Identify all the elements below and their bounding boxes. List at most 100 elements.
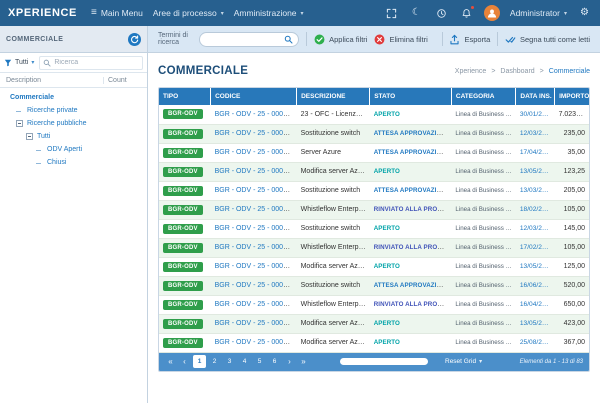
fullscreen-button[interactable] — [384, 6, 399, 21]
codice-link[interactable]: BGR - ODV - 25 - 000346 — [215, 301, 295, 308]
search-icon[interactable] — [284, 35, 293, 44]
apply-filters-button[interactable]: Applica filtri — [314, 34, 367, 45]
main-menu-button[interactable]: ≡ Main Menu — [91, 8, 143, 18]
page-button[interactable]: 4 — [238, 355, 251, 368]
mark-all-read-button[interactable]: Segna tutti come letti — [505, 34, 590, 45]
table-row[interactable]: BGR-ODV BGR - ODV - 25 - 000346 Whistlef… — [159, 295, 589, 314]
nav-amministrazione[interactable]: Amministrazione ▾ — [234, 8, 304, 18]
cell-importo: 123,25 — [555, 162, 589, 181]
cell-codice: BGR - ODV - 25 - 000376 — [211, 181, 297, 200]
table-row[interactable]: BGR-ODV BGR - ODV - 25 - 000345 Sostituz… — [159, 219, 589, 238]
table-row[interactable]: BGR-ODV BGR - ODV - 25 - 000436 Modifica… — [159, 257, 589, 276]
nav-aree-di-processo[interactable]: Aree di processo ▾ — [153, 8, 224, 18]
tree-expander-icon[interactable] — [26, 133, 33, 140]
cell-categoria: Linea di Business Servizi Sist... — [451, 276, 516, 295]
main-panel: COMMERCIALE Xperience > Dashboard > Comm… — [148, 53, 600, 403]
column-header-tipo[interactable]: TIPO — [159, 88, 211, 105]
tree-expander-icon[interactable] — [16, 120, 23, 127]
column-header-data-ins[interactable]: DATA INS. — [516, 88, 555, 105]
codice-link[interactable]: BGR - ODV - 25 - 000377 — [215, 244, 295, 251]
sidebar-search-box — [39, 56, 143, 70]
codice-link[interactable]: BGR - ODV - 25 - 000356 — [215, 168, 295, 175]
next-page-button[interactable]: › — [284, 358, 295, 366]
table-row[interactable]: BGR-ODV BGR - ODV - 25 - 000378 Server A… — [159, 143, 589, 162]
prev-page-button[interactable]: ‹ — [179, 358, 190, 366]
sidebar-search-input[interactable] — [54, 59, 139, 66]
tree-item[interactable]: Tutti — [0, 130, 147, 143]
tree-item[interactable]: Commerciale — [0, 91, 147, 104]
column-header-descrizione[interactable]: DESCRIZIONE — [297, 88, 370, 105]
delete-filters-button[interactable]: Elimina filtri — [374, 34, 427, 45]
tree-item[interactable]: Ricerche pubbliche — [0, 117, 147, 130]
breadcrumb-xperience[interactable]: Xperience — [455, 68, 487, 75]
codice-link[interactable]: BGR - ODV - 25 - 000436 — [215, 263, 295, 270]
avatar[interactable] — [484, 5, 500, 21]
breadcrumb-dashboard[interactable]: Dashboard — [500, 68, 534, 75]
tree-item-label: Commerciale — [10, 94, 54, 101]
search-input[interactable] — [205, 36, 280, 43]
dark-mode-button[interactable]: ☾ — [409, 6, 424, 21]
codice-link[interactable]: BGR - ODV - 25 - 000465 — [215, 282, 295, 289]
tree-expander-icon[interactable] — [16, 107, 23, 114]
page-button[interactable]: 2 — [208, 355, 221, 368]
table-row[interactable]: BGR-ODV BGR - ODV - 25 - 000356 Modifica… — [159, 162, 589, 181]
horizontal-scrollbar[interactable] — [340, 358, 428, 365]
table-row[interactable]: BGR-ODV BGR - ODV - 25 - 000465 Sostituz… — [159, 276, 589, 295]
last-page-button[interactable]: » — [298, 358, 309, 366]
table-row[interactable]: BGR-ODV BGR - ODV - 25 - 000360 23 - OFC… — [159, 105, 589, 124]
content-area: Tutti ▾ Description Count — [0, 53, 600, 403]
table-row[interactable]: BGR-ODV BGR - ODV - 25 - 000365 Sostituz… — [159, 124, 589, 143]
codice-link[interactable]: BGR - ODV - 25 - 000360 — [215, 111, 295, 118]
codice-link[interactable]: BGR - ODV - 25 - 000376 — [215, 206, 295, 213]
refresh-button[interactable] — [128, 33, 141, 46]
table-row[interactable]: BGR-ODV BGR - ODV - 25 - 000453 Modifica… — [159, 333, 589, 352]
table-row[interactable]: BGR-ODV BGR - ODV - 25 - 000376 Sostituz… — [159, 181, 589, 200]
table-row[interactable]: BGR-ODV BGR - ODV - 25 - 000377 Whistlef… — [159, 238, 589, 257]
tipo-badge: BGR-ODV — [163, 129, 203, 139]
codice-link[interactable]: BGR - ODV - 25 - 000345 — [215, 225, 295, 232]
settings-button[interactable]: ⚙ — [577, 6, 592, 21]
page-button[interactable]: 3 — [223, 355, 236, 368]
stato-label: ATTESA APPROVAZIONE CTO — [374, 282, 452, 289]
codice-link[interactable]: BGR - ODV - 25 - 000378 — [215, 149, 295, 156]
column-header-stato[interactable]: STATO — [370, 88, 452, 105]
tree-item[interactable]: ODV Aperti — [0, 143, 147, 156]
tree-column-headers: Description Count — [0, 73, 147, 88]
tree-expander-icon[interactable] — [36, 146, 43, 153]
tree-header-description[interactable]: Description — [6, 77, 103, 84]
cell-tipo: BGR-ODV — [159, 200, 211, 219]
tree-expander-icon[interactable] — [36, 159, 43, 166]
cell-stato: ATTESA APPROVAZIONE CTO — [370, 124, 452, 143]
page-button[interactable]: 1 — [193, 355, 206, 368]
export-button[interactable]: Esporta — [449, 34, 490, 45]
tipo-badge: BGR-ODV — [163, 167, 203, 177]
page-button[interactable]: 5 — [253, 355, 266, 368]
first-page-button[interactable]: « — [165, 358, 176, 366]
codice-link[interactable]: BGR - ODV - 25 - 000365 — [215, 130, 295, 137]
notifications-button[interactable] — [459, 6, 474, 21]
table-row[interactable]: BGR-ODV BGR - ODV - 25 - 000376 Whistlef… — [159, 200, 589, 219]
table-row[interactable]: BGR-ODV BGR - ODV - 25 - 000436 Modifica… — [159, 314, 589, 333]
cell-importo: 423,00 — [555, 314, 589, 333]
history-button[interactable] — [434, 6, 449, 21]
clock-icon — [436, 8, 447, 19]
reset-grid-button[interactable]: Reset Grid ▾ — [445, 358, 482, 365]
app-logo[interactable]: XPERIENCE — [8, 7, 77, 19]
scope-dropdown[interactable]: Tutti ▾ — [4, 59, 34, 67]
cell-data-ins: 13/03/2025 — [516, 181, 555, 200]
codice-link[interactable]: BGR - ODV - 25 - 000376 — [215, 187, 295, 194]
tree-item[interactable]: Chiusi — [0, 156, 147, 169]
tree-item[interactable]: Ricerche private — [0, 104, 147, 117]
column-header-categoria[interactable]: CATEGORIA — [451, 88, 516, 105]
cell-data-ins: 13/05/2025 — [516, 257, 555, 276]
tree-header-count[interactable]: Count — [103, 77, 141, 84]
cell-tipo: BGR-ODV — [159, 124, 211, 143]
codice-link[interactable]: BGR - ODV - 25 - 000436 — [215, 320, 295, 327]
cell-stato: APERTO — [370, 105, 452, 124]
page-button[interactable]: 6 — [268, 355, 281, 368]
column-header-codice[interactable]: CODICE — [211, 88, 297, 105]
cell-data-ins: 25/08/2025 — [516, 333, 555, 352]
codice-link[interactable]: BGR - ODV - 25 - 000453 — [215, 339, 295, 346]
column-header-importo[interactable]: IMPORTO — [555, 88, 589, 105]
user-menu[interactable]: Administrator ▾ — [510, 8, 567, 18]
